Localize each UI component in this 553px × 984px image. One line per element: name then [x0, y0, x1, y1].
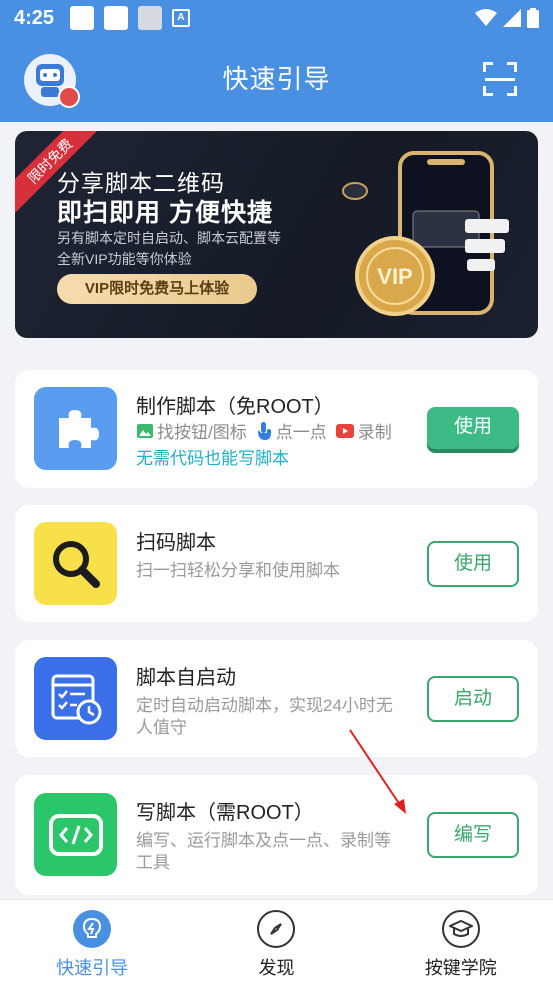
- card-auto-start: 脚本自启动 定时自动启动脚本，实现24小时无人值守 启动: [15, 640, 538, 757]
- notification-icon: [104, 6, 129, 30]
- tab-label: 发现: [258, 958, 295, 978]
- page-title: 快速引导: [222, 64, 331, 94]
- scan-icon[interactable]: [483, 62, 517, 96]
- tab-quick-guide[interactable]: 快速引导: [0, 900, 184, 984]
- banner-title-line2: 即扫即用 方便快捷: [57, 199, 273, 227]
- status-time: 4:25: [14, 6, 55, 29]
- notification-icon: [70, 6, 95, 30]
- tap-icon: [257, 421, 271, 440]
- banner-desc-line2: 全新VIP功能等你体验: [57, 251, 192, 267]
- card-subtitle: 扫一扫轻松分享和使用脚本: [136, 561, 340, 580]
- card-title: 扫码脚本: [136, 532, 216, 554]
- lightbulb-icon: [73, 910, 112, 948]
- feature-row: 找按钮/图标 点一点 录制: [136, 418, 392, 443]
- feature-label: 录制: [357, 423, 392, 442]
- svg-text:VIP: VIP: [377, 264, 412, 289]
- code-icon: [34, 793, 117, 876]
- tab-academy[interactable]: 按键学院: [369, 900, 553, 984]
- card-title: 写脚本（需ROOT）: [136, 802, 314, 824]
- app-a-icon: A: [172, 9, 191, 27]
- puzzle-icon: [34, 387, 117, 470]
- card-make-script: 制作脚本（免ROOT） 找按钮/图标 点一点 录制 无需代码也能写脚本 使用: [15, 370, 538, 488]
- use-button[interactable]: 使用: [427, 541, 519, 587]
- signal-icon: [503, 9, 521, 27]
- app-bar: 快速引导: [0, 36, 553, 122]
- card-title: 脚本自启动: [136, 667, 236, 689]
- card-subtitle: 编写、运行脚本及点一点、录制等工具: [136, 831, 391, 872]
- card-title: 制作脚本（免ROOT）: [136, 396, 334, 418]
- battery-icon: [527, 8, 539, 28]
- image-icon: [137, 423, 153, 438]
- feature-label: 找按钮/图标: [157, 423, 247, 442]
- banner-desc-line1: 另有脚本定时自启动、脚本云配置等: [57, 230, 281, 246]
- start-button[interactable]: 启动: [427, 676, 519, 722]
- schedule-icon: [34, 657, 117, 740]
- phone-coin-illustration: VIP: [342, 151, 509, 316]
- card-write-script: 写脚本（需ROOT） 编写、运行脚本及点一点、录制等工具 编写: [15, 775, 538, 895]
- write-button[interactable]: 编写: [427, 812, 519, 858]
- magnifier-icon: [34, 522, 117, 605]
- card-tagline: 无需代码也能写脚本: [136, 449, 289, 468]
- status-indicators: [475, 8, 539, 28]
- feature-label: 点一点: [275, 423, 327, 442]
- feature-record: 录制: [335, 418, 392, 443]
- tab-label: 快速引导: [56, 958, 129, 978]
- bottom-nav: 快速引导 发现 按键学院: [0, 899, 553, 984]
- promo-banner[interactable]: 限时免费 分享脚本二维码 即扫即用 方便快捷 另有脚本定时自启动、脚本云配置等 …: [15, 131, 538, 338]
- wifi-icon: [475, 9, 497, 26]
- notification-icon: [138, 6, 163, 30]
- tab-discover[interactable]: 发现: [184, 900, 368, 984]
- feature-find-button: 找按钮/图标: [136, 418, 247, 443]
- tab-label: 按键学院: [424, 958, 497, 978]
- card-subtitle: 定时自动启动脚本，实现24小时无人值守: [136, 696, 393, 737]
- compass-icon: [257, 910, 296, 948]
- status-bar: 4:25 A: [0, 0, 553, 36]
- card-scan-script: 扫码脚本 扫一扫轻松分享和使用脚本 使用: [15, 505, 538, 622]
- vip-cta-button[interactable]: VIP限时免费马上体验: [57, 274, 257, 304]
- graduation-cap-icon: [441, 910, 480, 948]
- use-button[interactable]: 使用: [427, 407, 519, 449]
- feature-tap: 点一点: [255, 418, 327, 443]
- record-icon: [335, 423, 354, 438]
